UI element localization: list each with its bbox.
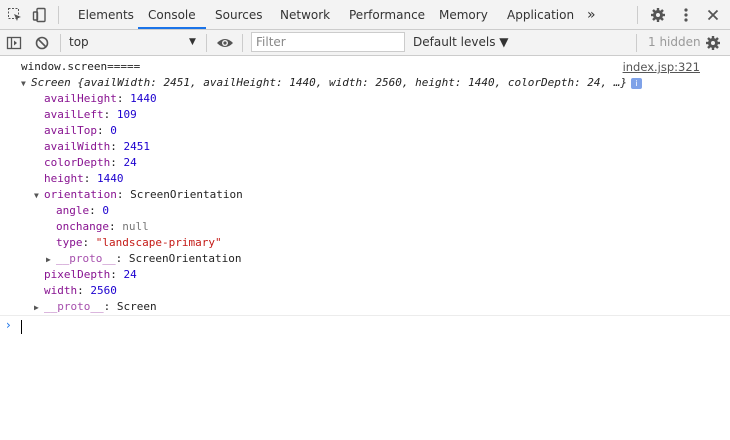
property-value: 2451 bbox=[123, 140, 150, 153]
proto-row[interactable]: ▶ __proto__: Screen bbox=[0, 299, 730, 315]
log-levels-dropdown[interactable]: Default levels ▼ bbox=[413, 30, 509, 55]
more-tabs-button[interactable]: » bbox=[587, 0, 596, 29]
clear-console-icon[interactable] bbox=[32, 33, 52, 53]
devtools-tab-bar: Elements Console Sources Network Perform… bbox=[0, 0, 730, 30]
property-value: 0 bbox=[110, 124, 117, 137]
property-row: type: "landscape-primary" bbox=[56, 236, 222, 249]
expand-triangle-icon[interactable]: ▶ bbox=[46, 252, 56, 268]
property-value: Screen bbox=[116, 300, 157, 313]
property-value: "landscape-primary" bbox=[95, 236, 222, 249]
settings-gear-icon[interactable] bbox=[648, 5, 668, 25]
property-row: height: 1440 bbox=[44, 172, 124, 185]
tab-performance[interactable]: Performance bbox=[349, 0, 425, 29]
property-value: 24 bbox=[123, 156, 137, 169]
toolbar-divider bbox=[58, 6, 59, 24]
object-summary-row[interactable]: ▼ Screen {availWidth: 2451, availHeight: … bbox=[0, 75, 730, 91]
expand-triangle-icon[interactable]: ▼ bbox=[21, 76, 31, 92]
property-value: 24 bbox=[123, 268, 137, 281]
property-name: __proto__ bbox=[44, 300, 104, 313]
console-output: window.screen===== index.jsp:321 ▼ Screen… bbox=[0, 56, 730, 440]
property-value: 1440 bbox=[130, 92, 157, 105]
property-row: angle: 0 bbox=[56, 204, 109, 217]
execution-context-selector[interactable]: top bbox=[69, 30, 89, 55]
tab-application[interactable]: Application bbox=[507, 0, 574, 29]
property-name: orientation bbox=[44, 188, 117, 201]
orientation-row[interactable]: ▼ orientation: ScreenOrientation bbox=[0, 187, 730, 203]
log-source-link[interactable]: index.jsp:321 bbox=[623, 59, 700, 75]
console-toolbar: top ▼ Default levels ▼ 1 hidden bbox=[0, 30, 730, 56]
toolbar-divider bbox=[637, 6, 638, 24]
hidden-messages-count: 1 hidden bbox=[648, 35, 701, 49]
show-sidebar-icon[interactable] bbox=[4, 33, 24, 53]
property-name: angle bbox=[56, 204, 90, 217]
property-row: width: 2560 bbox=[44, 284, 117, 297]
object-preview: {availWidth: 2451, availHeight: 1440, wi… bbox=[77, 76, 628, 89]
property-name: availLeft bbox=[44, 108, 104, 121]
expand-triangle-icon[interactable]: ▶ bbox=[34, 300, 44, 316]
property-name: width bbox=[44, 284, 78, 297]
prompt-chevron-icon: › bbox=[6, 318, 11, 332]
close-icon[interactable] bbox=[703, 5, 723, 25]
device-toolbar-icon[interactable] bbox=[30, 5, 50, 25]
property-row: onchange: null bbox=[56, 220, 149, 233]
property-name: availTop bbox=[44, 124, 97, 137]
property-value: 0 bbox=[102, 204, 109, 217]
more-options-kebab-icon[interactable] bbox=[676, 5, 696, 25]
property-value: ScreenOrientation bbox=[128, 252, 242, 265]
property-value: null bbox=[122, 220, 149, 233]
toolbar-divider bbox=[636, 34, 637, 52]
console-prompt[interactable]: › bbox=[0, 315, 730, 338]
property-name: colorDepth bbox=[44, 156, 111, 169]
tab-elements[interactable]: Elements bbox=[78, 0, 134, 29]
property-value: 1440 bbox=[97, 172, 124, 185]
filter-input[interactable] bbox=[251, 32, 405, 52]
property-name: type bbox=[56, 236, 83, 249]
property-name: height bbox=[44, 172, 84, 185]
object-class-name: Screen bbox=[31, 76, 71, 89]
text-cursor bbox=[21, 320, 22, 334]
property-row: availLeft: 109 bbox=[44, 108, 137, 121]
property-name: onchange bbox=[56, 220, 109, 233]
info-icon[interactable]: i bbox=[631, 77, 643, 89]
context-dropdown-arrow-icon[interactable]: ▼ bbox=[189, 30, 196, 55]
property-name: availHeight bbox=[44, 92, 117, 105]
proto-row[interactable]: ▶ __proto__: ScreenOrientation bbox=[0, 251, 730, 267]
console-settings-gear-icon[interactable] bbox=[703, 33, 723, 53]
property-row: colorDepth: 24 bbox=[44, 156, 137, 169]
property-value: ScreenOrientation bbox=[130, 188, 243, 201]
property-row: availHeight: 1440 bbox=[44, 92, 157, 105]
property-name: __proto__ bbox=[56, 252, 116, 265]
toolbar-divider bbox=[60, 34, 61, 52]
inspect-element-icon[interactable] bbox=[5, 5, 25, 25]
tab-memory[interactable]: Memory bbox=[439, 0, 488, 29]
tab-console[interactable]: Console bbox=[138, 0, 206, 29]
tab-sources[interactable]: Sources bbox=[215, 0, 262, 29]
log-message-row: window.screen===== index.jsp:321 bbox=[0, 59, 730, 75]
toolbar-divider bbox=[242, 34, 243, 52]
property-row: pixelDepth: 24 bbox=[44, 268, 137, 281]
property-row: availTop: 0 bbox=[44, 124, 117, 137]
property-row: availWidth: 2451 bbox=[44, 140, 150, 153]
property-name: availWidth bbox=[44, 140, 111, 153]
toolbar-divider bbox=[206, 34, 207, 52]
tab-network[interactable]: Network bbox=[280, 0, 330, 29]
property-value: 109 bbox=[116, 108, 137, 121]
property-value: 2560 bbox=[90, 284, 117, 297]
property-name: pixelDepth bbox=[44, 268, 111, 281]
log-message-text: window.screen===== bbox=[21, 60, 141, 73]
live-expression-eye-icon[interactable] bbox=[215, 33, 235, 53]
expand-triangle-icon[interactable]: ▼ bbox=[34, 188, 44, 204]
